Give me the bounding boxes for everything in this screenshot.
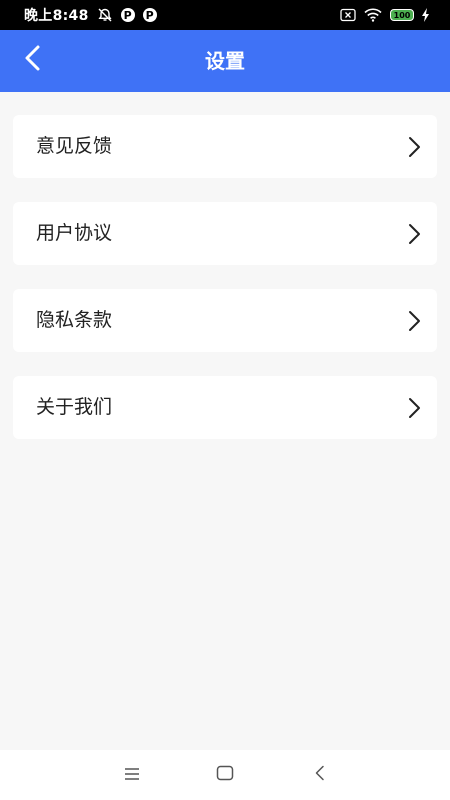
back-triangle-icon (314, 765, 326, 785)
back-button[interactable] (10, 38, 54, 82)
chevron-right-icon (407, 223, 421, 245)
status-right: 100 (340, 0, 430, 30)
settings-item-about-us[interactable]: 关于我们 (13, 376, 437, 439)
wifi-icon (364, 8, 382, 22)
sim-no-signal-icon (340, 8, 356, 22)
status-left: 晚上8:48 P P (24, 0, 157, 30)
settings-item-privacy-policy[interactable]: 隐私条款 (13, 289, 437, 352)
system-nav-bar (0, 750, 450, 800)
status-bar: 晚上8:48 P P 100 (0, 0, 450, 30)
settings-list: 意见反馈 用户协议 隐私条款 关于我们 (13, 115, 437, 463)
menu-button[interactable] (117, 760, 147, 790)
settings-item-label: 隐私条款 (36, 309, 113, 331)
menu-icon (124, 766, 140, 785)
settings-item-feedback[interactable]: 意见反馈 (13, 115, 437, 178)
alarm-off-icon (97, 7, 113, 23)
home-square-icon (216, 765, 234, 785)
home-button[interactable] (210, 760, 240, 790)
back-nav-button[interactable] (305, 760, 335, 790)
page-title: 设置 (205, 49, 245, 73)
chevron-right-icon (407, 136, 421, 158)
back-arrow-icon (22, 44, 42, 76)
status-time: 晚上8:48 (24, 8, 89, 24)
settings-item-label: 关于我们 (36, 396, 113, 418)
charging-bolt-icon (422, 8, 430, 22)
settings-item-label: 意见反馈 (36, 135, 113, 157)
parking-p-icon: P (142, 8, 157, 22)
header: 设置 (0, 30, 450, 92)
parking-p-icon: P (120, 8, 135, 22)
chevron-right-icon (407, 310, 421, 332)
battery-icon: 100 (390, 9, 414, 21)
settings-item-label: 用户协议 (36, 222, 113, 244)
chevron-right-icon (407, 397, 421, 419)
settings-item-user-agreement[interactable]: 用户协议 (13, 202, 437, 265)
